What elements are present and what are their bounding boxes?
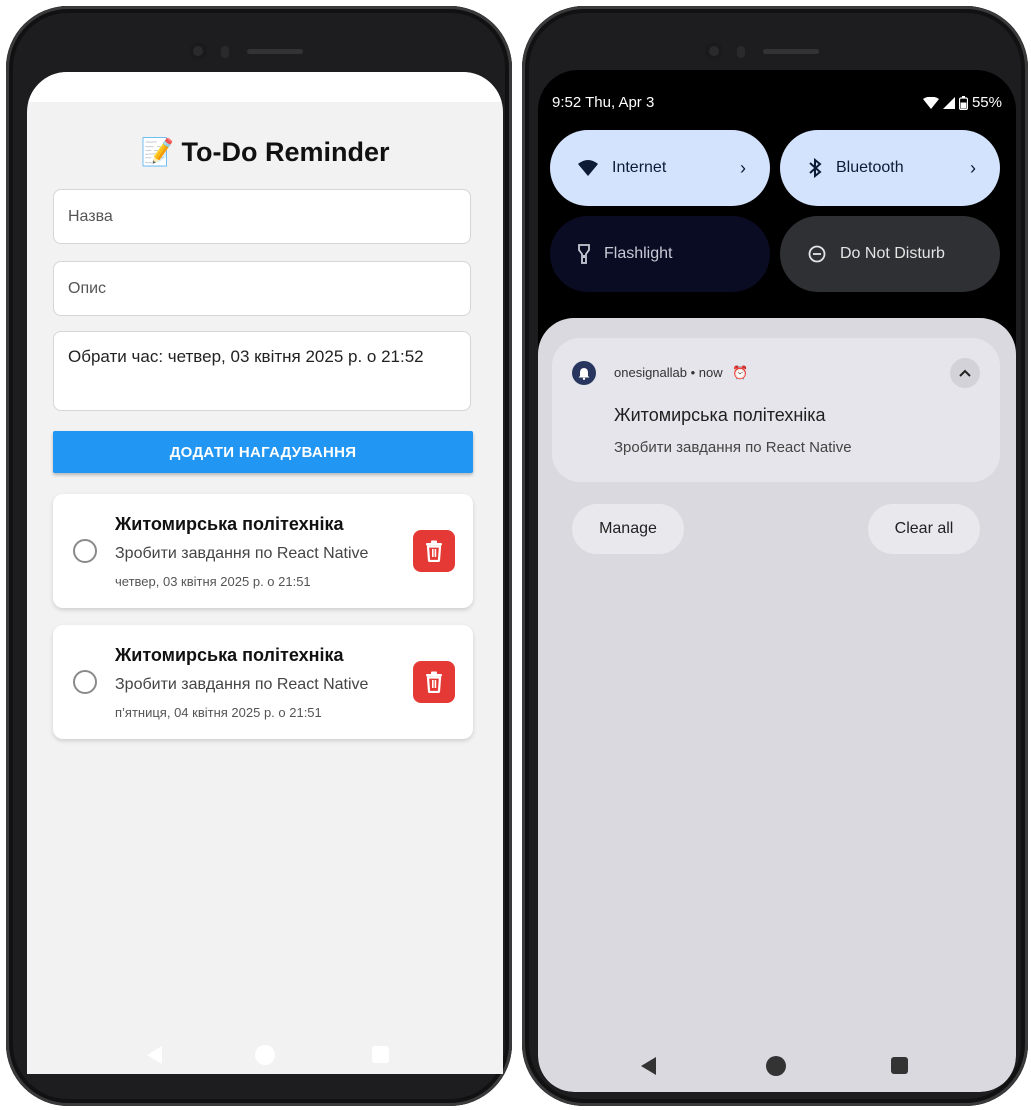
status-icons: 55% [922,94,1002,111]
add-reminder-button[interactable]: ДОДАТИ НАГАДУВАННЯ [53,431,473,473]
description-input[interactable]: Опис [53,261,471,316]
app-top-bar [27,72,503,102]
wifi-signal-icon [922,96,939,109]
notification-app-time: onesignallab • now [614,365,723,380]
tile-label: Internet [612,159,667,176]
chevron-right-icon: › [970,157,976,178]
trash-icon [426,671,442,693]
notification-shade-screen: 9:52 Thu, Apr 3 55% Internet › Bluetooth… [538,70,1016,1092]
battery-icon [958,95,968,110]
notification-card[interactable]: onesignallab • now ⏰ Житомирська політех… [552,338,1000,482]
reminder-title: Житомирська політехніка [115,514,344,534]
tile-label: Do Not Disturb [840,245,945,262]
recents-icon[interactable] [891,1057,908,1074]
notification-panel: onesignallab • now ⏰ Житомирська політех… [538,318,1016,1092]
right-phone-frame: 9:52 Thu, Apr 3 55% Internet › Bluetooth… [522,6,1028,1106]
cell-signal-icon [942,96,955,109]
do-not-disturb-icon [808,245,826,263]
flashlight-icon [578,244,590,264]
home-icon[interactable] [255,1045,275,1065]
app-title: 📝 To-Do Reminder [140,137,390,167]
sensor [221,46,229,58]
manage-button[interactable]: Manage [572,504,684,554]
reminder-description: Зробити завдання по React Native [115,676,369,693]
chevron-up-icon [959,369,971,377]
notification-meta: onesignallab • now ⏰ [614,365,748,381]
time-picker[interactable]: Обрати час: четвер, 03 квітня 2025 р. о … [53,331,471,411]
delete-button[interactable] [413,530,455,572]
internet-tile[interactable]: Internet › [550,130,770,206]
recents-icon[interactable] [372,1046,389,1063]
flashlight-tile[interactable]: Flashlight [550,216,770,292]
back-icon[interactable] [147,1046,162,1064]
notification-text: Зробити завдання по React Native [614,439,852,456]
left-phone-frame: 📝 To-Do Reminder Назва Опис Обрати час: … [6,6,512,1106]
reminder-date: четвер, 03 квітня 2025 р. о 21:51 [115,574,311,589]
reminder-description: Зробити завдання по React Native [115,545,369,562]
battery-percent: 55% [971,94,1002,111]
back-icon[interactable] [641,1057,656,1075]
notification-title: Житомирська політехніка [614,405,826,425]
bluetooth-tile[interactable]: Bluetooth › [780,130,1000,206]
system-nav-bar [27,1034,503,1076]
reminder-date: п’ятниця, 04 квітня 2025 р. о 21:51 [115,705,322,720]
tile-label: Flashlight [604,245,673,262]
reminder-card: Житомирська політехніка Зробити завдання… [53,625,473,739]
home-icon[interactable] [766,1056,786,1076]
app-bell-icon [572,361,596,385]
trash-icon [426,540,442,562]
delete-button[interactable] [413,661,455,703]
earpiece-speaker [763,49,819,54]
earpiece-speaker [247,49,303,54]
front-camera [189,42,207,60]
collapse-button[interactable] [950,358,980,388]
wifi-icon [578,160,598,176]
name-input[interactable]: Назва [53,189,471,244]
clear-all-button[interactable]: Clear all [868,504,980,554]
tile-label: Bluetooth [836,159,904,176]
complete-radio[interactable] [73,539,97,563]
chevron-right-icon: › [740,157,746,178]
reminder-card: Житомирська політехніка Зробити завдання… [53,494,473,608]
status-time-date: 9:52 Thu, Apr 3 [552,94,655,111]
bluetooth-icon [809,158,822,178]
todo-app-screen: 📝 To-Do Reminder Назва Опис Обрати час: … [27,72,503,1074]
sensor [737,46,745,58]
complete-radio[interactable] [73,670,97,694]
alarm-icon: ⏰ [732,365,749,380]
reminder-title: Житомирська політехніка [115,645,344,665]
front-camera [705,42,723,60]
do-not-disturb-tile[interactable]: Do Not Disturb [780,216,1000,292]
